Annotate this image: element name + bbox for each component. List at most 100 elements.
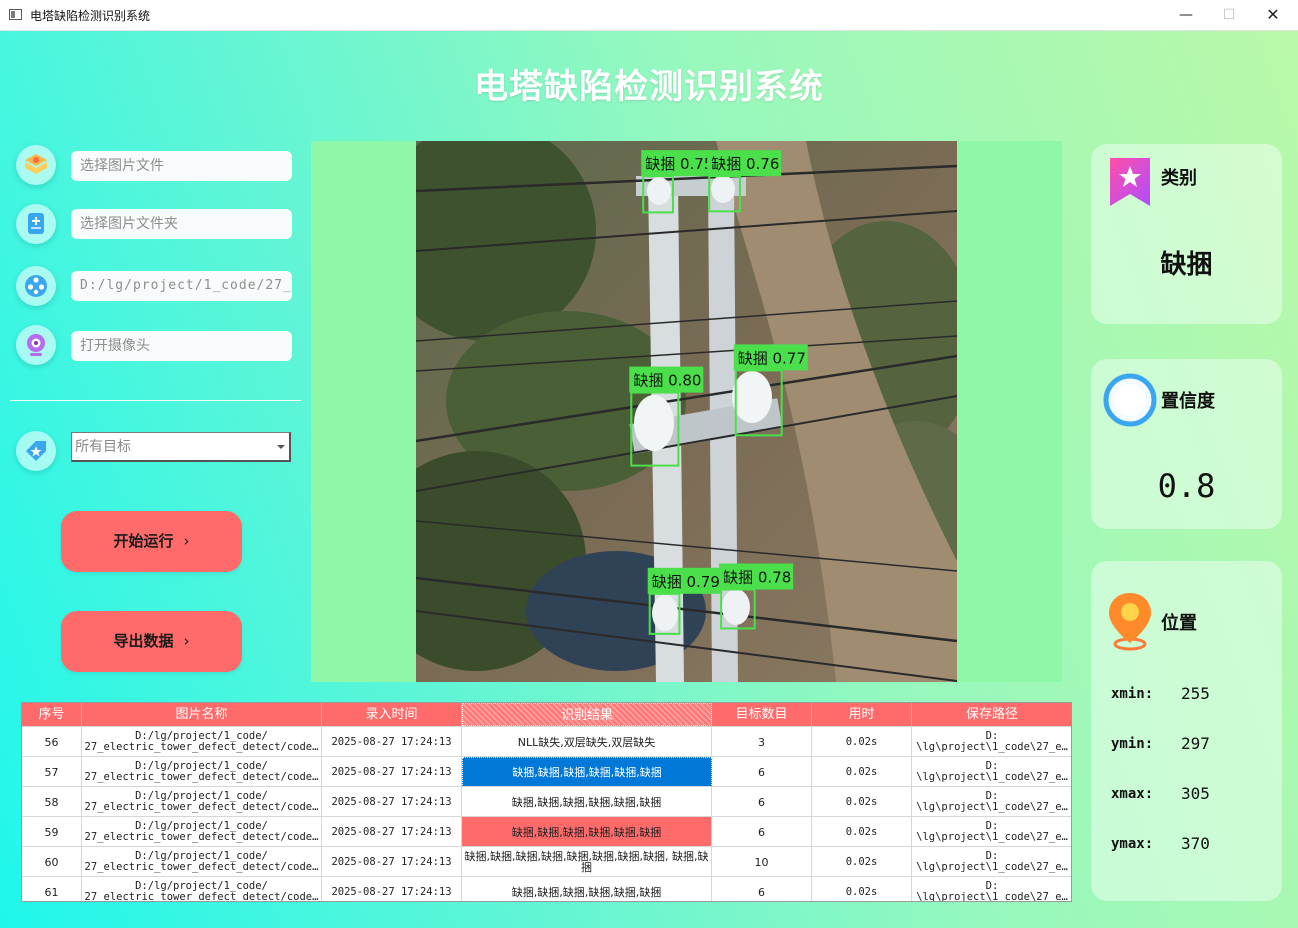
start-run-label: 开始运行 (113, 532, 174, 550)
chevron-down-icon (277, 445, 285, 449)
target-select-value: 所有目标 (75, 439, 131, 455)
row-index-cell: 56 (22, 727, 82, 757)
category-card: 类别 缺捆 (1091, 144, 1282, 324)
table-row[interactable]: 59 D:/lg/project/1_code/27_electric_tower… (22, 816, 1071, 847)
image-display-panel: 缺捆 0.75 缺捆 0.76 缺捆 0.80 缺捆 0.77 缺捆 0.79 缺捆 0.… (311, 141, 1062, 682)
column-header[interactable]: 序号 (22, 703, 82, 726)
camera-input[interactable]: 打开摄像头 (71, 331, 292, 361)
time-used-cell: 0.02s (812, 877, 912, 901)
save-path-cell-line: D: (985, 821, 999, 832)
app-body: 电塔缺陷检测识别系统 选择图片文件 选择图片文件夹 D:/lg/project/… (0, 31, 1298, 928)
save-path-cell: D: \lg\project\1_code\27_e… (912, 877, 1071, 901)
table-row[interactable]: 57 D:/lg/project/1_code/27_electric_tower… (22, 756, 1071, 787)
result-cell: 缺捆,缺捆,缺捆,缺捆,缺捆,缺捆 (462, 877, 712, 901)
export-data-button[interactable]: 导出数据 › (61, 611, 242, 672)
table-row[interactable]: 60 D:/lg/project/1_code/27_electric_tower… (22, 846, 1071, 877)
image-name-cell-line: D:/lg/project/1_code/ (135, 851, 268, 862)
image-name-cell-line: D:/lg/project/1_code/ (135, 731, 268, 742)
target-select[interactable]: 所有目标 (71, 432, 291, 462)
entry-time-cell: 2025-08-27 17:24:13 (322, 847, 462, 877)
time-used-cell: 0.02s (812, 847, 912, 877)
image-name-cell-line: 27_electric_tower_defect_detect/code… (84, 892, 319, 902)
image-folder-input[interactable]: 选择图片文件夹 (71, 209, 292, 239)
detection-label: 缺捆 0.76 (711, 155, 779, 173)
image-name-cell-line: D:/lg/project/1_code/ (135, 791, 268, 802)
start-run-button[interactable]: 开始运行 › (61, 511, 242, 572)
table-header: 序号 图片名称 录入时间 识别结果 目标数目 用时 保存路径 (22, 703, 1071, 726)
bookmark-star-icon (1110, 158, 1150, 206)
video-file-icon[interactable] (16, 266, 56, 306)
entry-time-cell: 2025-08-27 17:24:13 (322, 817, 462, 847)
target-count-cell: 10 (712, 847, 812, 877)
image-folder-icon[interactable] (16, 204, 56, 244)
detection-label: 缺捆 0.78 (723, 568, 791, 586)
time-used-cell: 0.02s (812, 787, 912, 817)
entry-time-cell: 2025-08-27 17:24:13 (322, 757, 462, 787)
image-name-cell: D:/lg/project/1_code/27_electric_tower_d… (82, 847, 322, 877)
confidence-value: 0.8 (1157, 467, 1216, 505)
location-pin-icon (1109, 593, 1151, 651)
table-row[interactable]: 61 D:/lg/project/1_code/27_electric_tower… (22, 876, 1071, 902)
target-count-cell: 3 (712, 727, 812, 757)
chevron-right-icon: › (183, 632, 190, 650)
results-table[interactable]: 序号 图片名称 录入时间 识别结果 目标数目 用时 保存路径 56 D:/lg/project… (21, 702, 1072, 902)
detection-label: 缺捆 0.77 (738, 349, 806, 367)
save-path-cell: D: \lg\project\1_code\27_e… (912, 727, 1071, 757)
column-header[interactable]: 图片名称 (82, 703, 322, 726)
column-header[interactable]: 用时 (812, 703, 912, 726)
row-index-cell: 57 (22, 757, 82, 787)
image-name-cell-line: 27_electric_tower_defect_detect/code… (84, 772, 319, 783)
entry-time-cell: 2025-08-27 17:24:13 (322, 727, 462, 757)
xmin-label: xmin: (1111, 686, 1154, 702)
column-header[interactable]: 录入时间 (322, 703, 462, 726)
column-header[interactable]: 识别结果 (462, 703, 712, 726)
category-title: 类别 (1161, 168, 1197, 189)
save-path-cell-line: D: (985, 881, 999, 892)
result-cell: 缺捆,缺捆,缺捆,缺捆,缺捆,缺捆 (462, 787, 712, 817)
image-name-cell-line: 27_electric_tower_defect_detect/code… (84, 862, 319, 873)
maximize-button[interactable]: ☐ (1206, 0, 1252, 31)
time-used-cell: 0.02s (812, 727, 912, 757)
column-header[interactable]: 目标数目 (712, 703, 812, 726)
row-index-cell: 59 (22, 817, 82, 847)
image-name-cell: D:/lg/project/1_code/27_electric_tower_d… (82, 817, 322, 847)
video-path-input[interactable]: D:/lg/project/1_code/27_ele (71, 271, 292, 301)
table-row[interactable]: 58 D:/lg/project/1_code/27_electric_tower… (22, 786, 1071, 817)
image-file-input[interactable]: 选择图片文件 (71, 151, 292, 181)
result-cell: 缺捆,缺捆,缺捆,缺捆,缺捆,缺捆 (462, 817, 712, 847)
column-header[interactable]: 保存路径 (912, 703, 1071, 726)
image-name-cell-line: D:/lg/project/1_code/ (135, 881, 268, 892)
entry-time-cell: 2025-08-27 17:24:13 (322, 877, 462, 901)
image-name-cell: D:/lg/project/1_code/27_electric_tower_d… (82, 757, 322, 787)
row-index-cell: 58 (22, 787, 82, 817)
close-button[interactable]: ✕ (1250, 0, 1296, 31)
entry-time-cell: 2025-08-27 17:24:13 (322, 787, 462, 817)
image-name-cell: D:/lg/project/1_code/27_electric_tower_d… (82, 727, 322, 757)
minimize-button[interactable]: — (1163, 0, 1209, 31)
target-count-cell: 6 (712, 877, 812, 901)
image-file-icon[interactable] (16, 145, 56, 185)
image-name-cell-line: 27_electric_tower_defect_detect/code… (84, 832, 319, 843)
camera-icon[interactable] (16, 325, 56, 365)
app-icon (9, 9, 22, 20)
page-title: 电塔缺陷检测识别系统 (474, 67, 824, 107)
save-path-cell: D: \lg\project\1_code\27_e… (912, 757, 1071, 787)
save-path-cell: D: \lg\project\1_code\27_e… (912, 787, 1071, 817)
detection-label: 缺捆 0.79 (652, 573, 720, 591)
save-path-cell-line: D: (985, 851, 999, 862)
chevron-right-icon: › (183, 532, 190, 550)
save-path-cell-line: D: (985, 731, 999, 742)
save-path-cell-line: \lg\project\1_code\27_e… (916, 832, 1068, 843)
confidence-title: 置信度 (1161, 391, 1215, 412)
detection-label: 缺捆 0.80 (633, 372, 701, 390)
detection-label: 缺捆 0.75 (645, 155, 713, 173)
ymin-label: ymin: (1111, 736, 1154, 752)
image-name-cell-line: 27_electric_tower_defect_detect/code… (84, 802, 319, 813)
target-count-cell: 6 (712, 817, 812, 847)
window-title: 电塔缺陷检测识别系统 (30, 9, 151, 23)
tower-photo: 缺捆 0.75缺捆 0.76 缺捆 0.80 缺捆 0.77 缺捆 0.79 缺捆 0.… (416, 141, 957, 682)
table-row[interactable]: 56 D:/lg/project/1_code/27_electric_tower… (22, 726, 1071, 757)
tag-icon (16, 431, 56, 471)
xmin-value: 255 (1181, 684, 1210, 703)
save-path-cell: D: \lg\project\1_code\27_e… (912, 847, 1071, 877)
